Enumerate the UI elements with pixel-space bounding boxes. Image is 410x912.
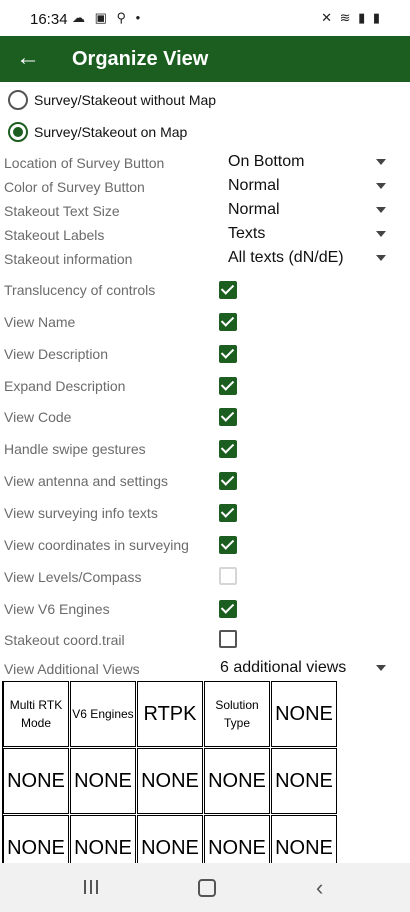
checkbox-label: View Name (4, 314, 76, 330)
antenna-settings-checkbox[interactable] (219, 472, 237, 490)
radio-button-selected[interactable] (8, 122, 28, 142)
checkbox-label: View coordinates in surveying (4, 537, 189, 553)
grid-cell[interactable]: NONE (70, 815, 136, 863)
back-arrow-icon[interactable]: ← (16, 44, 40, 72)
levels-compass-checkbox (219, 567, 237, 585)
page-title: Organize View (72, 48, 209, 70)
grid-cell[interactable]: NONE (137, 748, 203, 814)
grid-cell[interactable]: Multi RTK Mode (3, 681, 69, 747)
grid-cell[interactable]: NONE (271, 748, 337, 814)
stakeout-coord-trail-checkbox[interactable] (219, 630, 237, 648)
status-bar: 16:34 ☁ ▣ ⚲ • ✕ ≋ ▮ ▮ (0, 0, 410, 36)
dropdown-value: On Bottom (228, 153, 305, 170)
additional-views-grid: Multi RTK Mode V6 Engines RTPK Solution … (2, 681, 341, 863)
dropdown-arrow-icon (376, 255, 386, 261)
radio-label: Survey/Stakeout on Map (34, 124, 188, 140)
checkbox-label: View Description (4, 346, 109, 362)
additional-views-dropdown[interactable]: 6 additional views (220, 659, 388, 681)
grid-cell[interactable]: Solution Type (204, 681, 270, 747)
grid-cell[interactable]: NONE (271, 815, 337, 863)
checkbox-label: View Code (4, 409, 72, 425)
dropdown-arrow-icon (376, 665, 386, 671)
color-survey-button-label: Color of Survey Button (4, 179, 145, 195)
location-survey-button-label: Location of Survey Button (4, 155, 165, 171)
checkbox-label: Stakeout coord.trail (4, 632, 125, 648)
system-icons: ✕ ≋ ▮ ▮ (321, 10, 382, 25)
stakeout-information-dropdown[interactable]: All texts (dN/dE) (228, 249, 388, 271)
app-bar: ← Organize View (0, 36, 410, 82)
dropdown-value: Normal (228, 201, 280, 218)
swipe-gestures-checkbox[interactable] (219, 440, 237, 458)
grid-cell[interactable]: NONE (137, 815, 203, 863)
status-time: 16:34 (30, 11, 68, 28)
system-nav-bar: ‹ (0, 863, 410, 912)
stakeout-text-size-label: Stakeout Text Size (4, 203, 120, 219)
checkbox-label: Translucency of controls (4, 282, 156, 298)
v6-engines-checkbox[interactable] (219, 600, 237, 618)
checkbox-label: Handle swipe gestures (4, 441, 146, 457)
grid-cell[interactable]: NONE (204, 748, 270, 814)
grid-cell[interactable]: RTPK (137, 681, 203, 747)
dropdown-arrow-icon (376, 183, 386, 189)
radio-option-on-map[interactable]: Survey/Stakeout on Map (8, 120, 187, 144)
radio-button[interactable] (8, 90, 28, 110)
additional-views-label: View Additional Views (4, 661, 140, 677)
checkbox-label: View surveying info texts (4, 505, 158, 521)
expand-description-checkbox[interactable] (219, 377, 237, 395)
dropdown-value: Normal (228, 177, 280, 194)
dropdown-arrow-icon (376, 159, 386, 165)
back-chevron-icon[interactable]: ‹ (316, 875, 323, 901)
dropdown-arrow-icon (376, 231, 386, 237)
location-survey-button-dropdown[interactable]: On Bottom (228, 153, 388, 175)
grid-cell[interactable]: NONE (271, 681, 337, 747)
checkbox-label: Expand Description (4, 378, 126, 394)
grid-cell[interactable]: NONE (3, 748, 69, 814)
dropdown-value: Texts (228, 225, 266, 242)
dropdown-arrow-icon (376, 207, 386, 213)
view-description-checkbox[interactable] (219, 345, 237, 363)
dropdown-value: 6 additional views (220, 659, 347, 676)
checkbox-label: View antenna and settings (4, 473, 168, 489)
color-survey-button-dropdown[interactable]: Normal (228, 177, 388, 199)
grid-cell[interactable]: NONE (3, 815, 69, 863)
grid-cell[interactable]: NONE (70, 748, 136, 814)
stakeout-information-label: Stakeout information (4, 251, 133, 267)
grid-cell[interactable]: V6 Engines (70, 681, 136, 747)
stakeout-text-size-dropdown[interactable]: Normal (228, 201, 388, 223)
view-name-checkbox[interactable] (219, 313, 237, 331)
stakeout-labels-dropdown[interactable]: Texts (228, 225, 388, 247)
view-code-checkbox[interactable] (219, 408, 237, 426)
translucency-checkbox[interactable] (219, 281, 237, 299)
home-icon[interactable] (198, 879, 216, 897)
recent-apps-icon[interactable] (84, 880, 100, 894)
surveying-info-texts-checkbox[interactable] (219, 504, 237, 522)
checkbox-label: View Levels/Compass (4, 569, 142, 585)
notification-icons: ☁ ▣ ⚲ • (72, 10, 144, 25)
radio-option-without-map[interactable]: Survey/Stakeout without Map (8, 88, 216, 112)
checkbox-label: View V6 Engines (4, 601, 110, 617)
dropdown-value: All texts (dN/dE) (228, 249, 344, 266)
grid-cell[interactable]: NONE (204, 815, 270, 863)
coordinates-surveying-checkbox[interactable] (219, 536, 237, 554)
radio-label: Survey/Stakeout without Map (34, 92, 217, 108)
stakeout-labels-label: Stakeout Labels (4, 227, 105, 243)
